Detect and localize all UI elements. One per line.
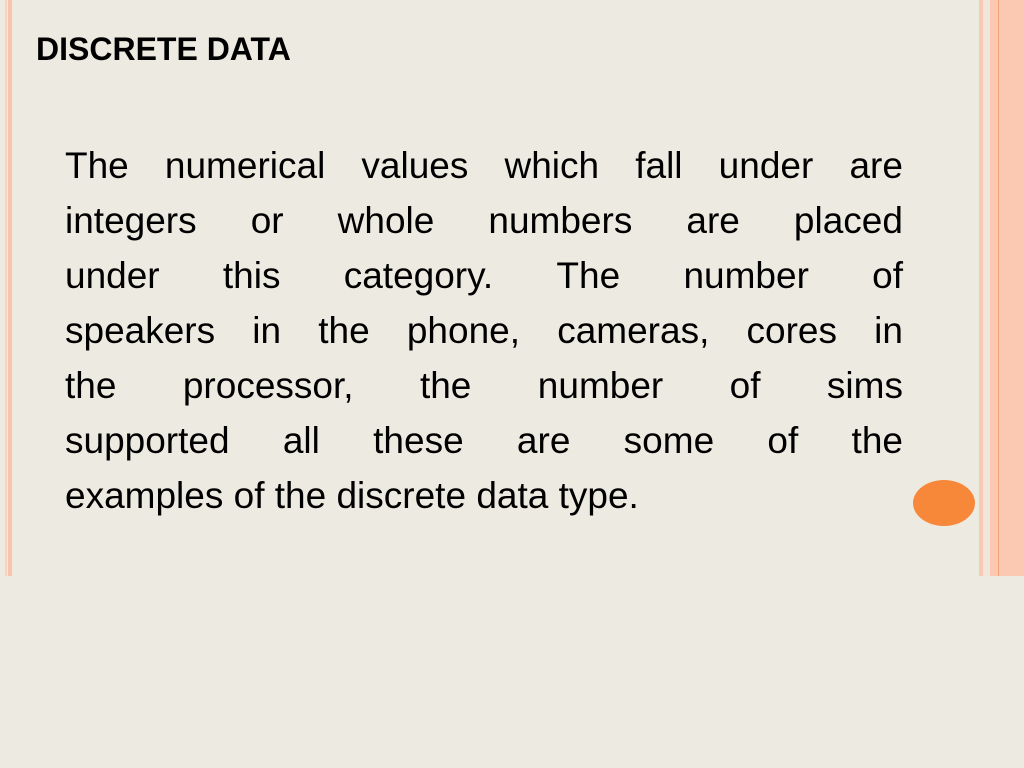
- body-line: the processor, the number of sims: [65, 358, 903, 413]
- body-word: whole: [337, 200, 435, 241]
- left-decorative-stripe-thin: [5, 0, 7, 576]
- right-decorative-stripe-band: [990, 0, 1024, 576]
- body-word: this: [222, 255, 281, 296]
- body-word: numerical: [164, 145, 326, 186]
- body-line: under this category. The number of: [65, 248, 903, 303]
- body-line: supported all these are some of the: [65, 413, 903, 468]
- body-word: are: [686, 200, 740, 241]
- body-word: integers: [65, 200, 197, 241]
- body-word: the: [419, 365, 472, 406]
- body-word: which: [504, 145, 600, 186]
- body-word: placed: [793, 200, 903, 241]
- body-word: The: [65, 145, 129, 186]
- slide: DISCRETE DATA The numerical values which fal…: [0, 0, 1024, 768]
- right-decorative-stripe-gap: [983, 0, 990, 576]
- body-word: of: [872, 255, 903, 296]
- body-word: processor,: [182, 365, 354, 406]
- body-word: supported: [65, 420, 230, 461]
- body-word: these: [373, 420, 464, 461]
- right-decorative-stripe-accent: [998, 0, 999, 576]
- body-word: sims: [826, 365, 903, 406]
- body-word: number: [683, 255, 809, 296]
- body-word: all: [282, 420, 320, 461]
- body-word: some: [623, 420, 715, 461]
- body-word: in: [252, 310, 282, 351]
- body-word: cameras,: [557, 310, 710, 351]
- left-decorative-stripe-band: [8, 0, 12, 576]
- body-word: of: [729, 365, 761, 406]
- body-word: under: [65, 255, 160, 296]
- body-word: the: [318, 310, 370, 351]
- body-word: values: [361, 145, 469, 186]
- body-word: numbers: [488, 200, 633, 241]
- body-word: cores: [746, 310, 837, 351]
- orange-dot-icon: [913, 480, 975, 526]
- body-word: are: [516, 420, 571, 461]
- body-word: of: [767, 420, 799, 461]
- body-word: fall: [635, 145, 683, 186]
- body-line: speakers in the phone, cameras, cores in: [65, 303, 903, 358]
- body-word: category.: [343, 255, 494, 296]
- body-word: speakers: [65, 310, 216, 351]
- slide-body-text: The numerical values which fall under are inte…: [65, 138, 903, 523]
- body-word: The: [556, 255, 621, 296]
- body-word: number: [537, 365, 664, 406]
- body-line: The numerical values which fall under are: [65, 138, 903, 193]
- body-word: the: [851, 420, 903, 461]
- slide-title: DISCRETE DATA: [36, 31, 291, 67]
- body-word: are: [849, 145, 903, 186]
- body-word: under: [718, 145, 814, 186]
- body-word: or: [250, 200, 284, 241]
- body-word: in: [874, 310, 903, 351]
- body-word: the: [65, 365, 117, 406]
- body-word: phone,: [406, 310, 521, 351]
- body-line: integers or whole numbers are placed: [65, 193, 903, 248]
- body-line: examples of the discrete data type.: [65, 475, 639, 516]
